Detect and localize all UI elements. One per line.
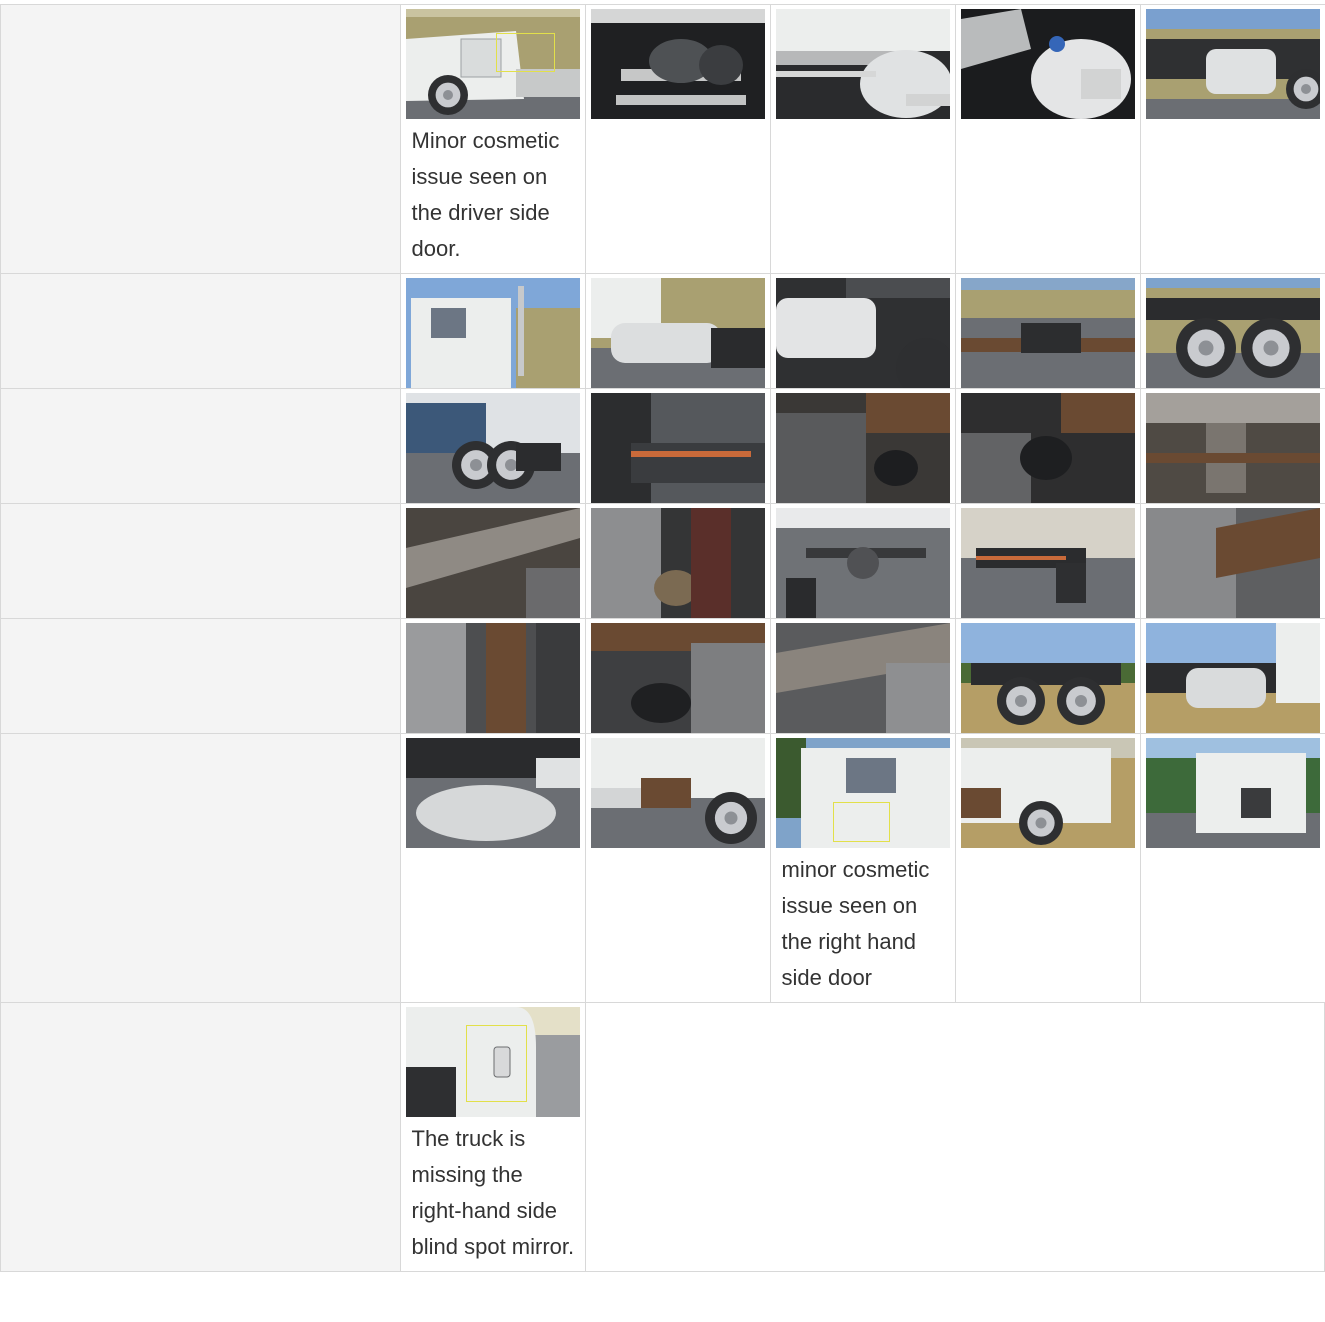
photo-cell: Minor cosmetic issue seen on the driver … [399, 4, 586, 274]
gallery-row [0, 273, 1325, 389]
photo-cell [954, 733, 1141, 1003]
photo-cell [584, 618, 771, 734]
row-label-cell [0, 618, 401, 734]
photo-cell [584, 388, 771, 504]
photo-cell [1139, 503, 1325, 619]
photo-tire-suspension[interactable] [775, 393, 950, 503]
row-label-cell [0, 388, 401, 504]
photo-cell [769, 388, 956, 504]
photo-tank-frame[interactable] [775, 278, 950, 388]
gallery-row [0, 503, 1325, 619]
photo-fuel-tank-side[interactable] [1145, 9, 1320, 119]
photo-frame-crossmember[interactable] [405, 508, 580, 618]
photo-cell [1139, 733, 1325, 1003]
photo-cell [1139, 618, 1325, 734]
gallery-row [0, 618, 1325, 734]
photo-cell [954, 273, 1141, 389]
photo-cell [769, 503, 956, 619]
photo-tire-air-bag[interactable] [590, 508, 765, 618]
photo-cell [769, 618, 956, 734]
photo-cell: The truck is missing the right-hand side… [399, 1002, 586, 1272]
photo-passenger-tank[interactable] [1145, 623, 1320, 733]
photo-cell [954, 618, 1141, 734]
photo-cell [399, 618, 586, 734]
photo-hood-mirror[interactable] [405, 1007, 580, 1117]
photo-steps-air-tanks[interactable] [590, 9, 765, 119]
photo-passenger-door[interactable] [775, 738, 950, 848]
row-label-cell [0, 273, 401, 389]
photo-cell [584, 503, 771, 619]
photo-front-quarter[interactable] [960, 738, 1135, 848]
photo-frame-rail[interactable] [1145, 393, 1320, 503]
photo-deck-tank[interactable] [405, 738, 580, 848]
photo-rear-three-quarter[interactable] [405, 393, 580, 503]
photo-fuel-tank-steps[interactable] [775, 9, 950, 119]
photo-cab-rear-exhaust[interactable] [405, 278, 580, 388]
photo-cell [584, 273, 771, 389]
photo-differential[interactable] [775, 508, 950, 618]
photo-cell [584, 733, 771, 1003]
photo-tire-frame[interactable] [405, 623, 580, 733]
row-label-cell [0, 4, 401, 274]
photo-frame-tire[interactable] [775, 623, 950, 733]
photo-frame-rear[interactable] [960, 278, 1135, 388]
photo-cell: minor cosmetic issue seen on the right h… [769, 733, 956, 1003]
photo-cell [954, 4, 1141, 274]
photo-note: minor cosmetic issue seen on the right h… [781, 857, 930, 990]
gallery-row: The truck is missing the right-hand side… [0, 1002, 1325, 1272]
photo-tandem-outdoor[interactable] [960, 623, 1135, 733]
row-label-cell [0, 503, 401, 619]
photo-cell [399, 503, 586, 619]
photo-cell [1139, 4, 1325, 274]
row-label-cell [0, 1002, 401, 1272]
photo-cell [584, 4, 771, 274]
photo-cell [769, 273, 956, 389]
photo-front-wheel[interactable] [590, 738, 765, 848]
photo-note: The truck is missing the right-hand side… [411, 1126, 575, 1259]
photo-cell [954, 388, 1141, 504]
photo-driver-side-cab[interactable] [405, 9, 580, 119]
photo-tire-closeup[interactable] [1145, 508, 1320, 618]
photo-cell [1139, 388, 1325, 504]
photo-cell [399, 733, 586, 1003]
damage-highlight-box [832, 801, 891, 843]
gallery-row: Minor cosmetic issue seen on the driver … [0, 4, 1325, 274]
photo-rear-bumper[interactable] [590, 393, 765, 503]
photo-cell [769, 4, 956, 274]
photo-fuel-tank-rear[interactable] [590, 278, 765, 388]
photo-gallery-table: Minor cosmetic issue seen on the driver … [0, 4, 1325, 1272]
empty-cell [584, 1002, 1325, 1272]
photo-air-bag[interactable] [960, 393, 1135, 503]
photo-note: Minor cosmetic issue seen on the driver … [411, 128, 560, 261]
damage-highlight-box [495, 33, 556, 72]
photo-tandem-wheels[interactable] [1145, 278, 1320, 388]
photo-cell [954, 503, 1141, 619]
photo-rear-view[interactable] [960, 508, 1135, 618]
photo-suspension-tire[interactable] [590, 623, 765, 733]
photo-cell [1139, 273, 1325, 389]
photo-cell [399, 388, 586, 504]
gallery-row: minor cosmetic issue seen on the right h… [0, 733, 1325, 1003]
row-label-cell [0, 733, 401, 1003]
damage-highlight-box [466, 1024, 528, 1102]
photo-fuel-tank-wiring[interactable] [960, 9, 1135, 119]
gallery-row [0, 388, 1325, 504]
photo-front-view[interactable] [1145, 738, 1320, 848]
photo-cell [399, 273, 586, 389]
